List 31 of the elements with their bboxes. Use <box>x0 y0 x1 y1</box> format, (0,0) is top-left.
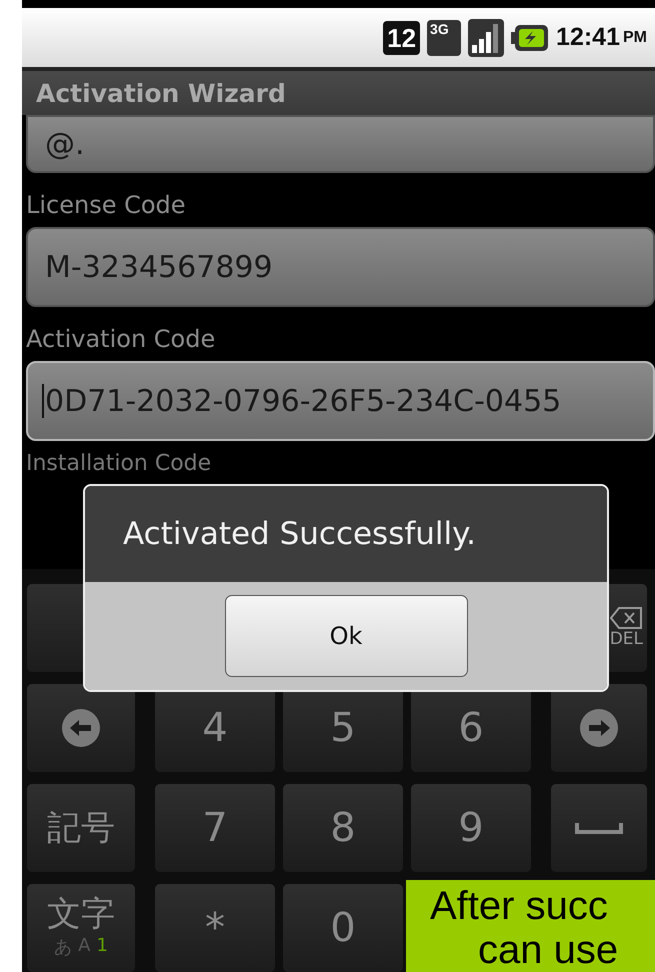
keyboard-key[interactable] <box>551 784 647 872</box>
text-input-field[interactable]: 0D71-2032-0796-26F5-234C-0455 <box>26 361 655 442</box>
input-mode-label: 1 <box>96 935 108 958</box>
callout-text: can use <box>478 928 618 972</box>
clock-meridiem: PM <box>623 28 647 47</box>
clock-time: 12:41 <box>556 23 620 52</box>
keyboard-key[interactable] <box>551 684 647 772</box>
network-type: 3G <box>427 20 462 56</box>
keyboard-key[interactable]: 7 <box>155 784 275 872</box>
field-label: License Code <box>26 191 187 220</box>
dialog-message: Activated Successfully. <box>123 516 476 552</box>
keyboard-key[interactable]: 0 <box>283 884 403 972</box>
field-label: Installation Code <box>26 451 212 476</box>
key-label: 文字 <box>47 897 115 931</box>
delete-label: DEL <box>610 629 643 649</box>
app-title-bar: Activation Wizard <box>22 67 655 116</box>
text-input-field[interactable]: M-3234567899 <box>26 227 655 308</box>
keyboard-key[interactable] <box>27 684 135 772</box>
keyboard-key[interactable]: * <box>155 884 275 972</box>
signal-icon <box>468 18 504 57</box>
notification-count: 12 <box>383 20 420 55</box>
battery-charging-icon <box>511 24 550 52</box>
keyboard-key[interactable]: 8 <box>283 784 403 872</box>
field-label: Activation Code <box>26 325 216 354</box>
text-input-field[interactable]: @. <box>26 115 655 174</box>
keyboard-key[interactable]: 記号 <box>27 784 135 872</box>
backspace-icon <box>610 607 642 629</box>
space-bar-icon <box>575 821 623 835</box>
keyboard-key[interactable]: 9 <box>411 784 531 872</box>
ok-button[interactable]: Ok <box>224 595 468 677</box>
callout-text: After succ <box>430 884 608 928</box>
